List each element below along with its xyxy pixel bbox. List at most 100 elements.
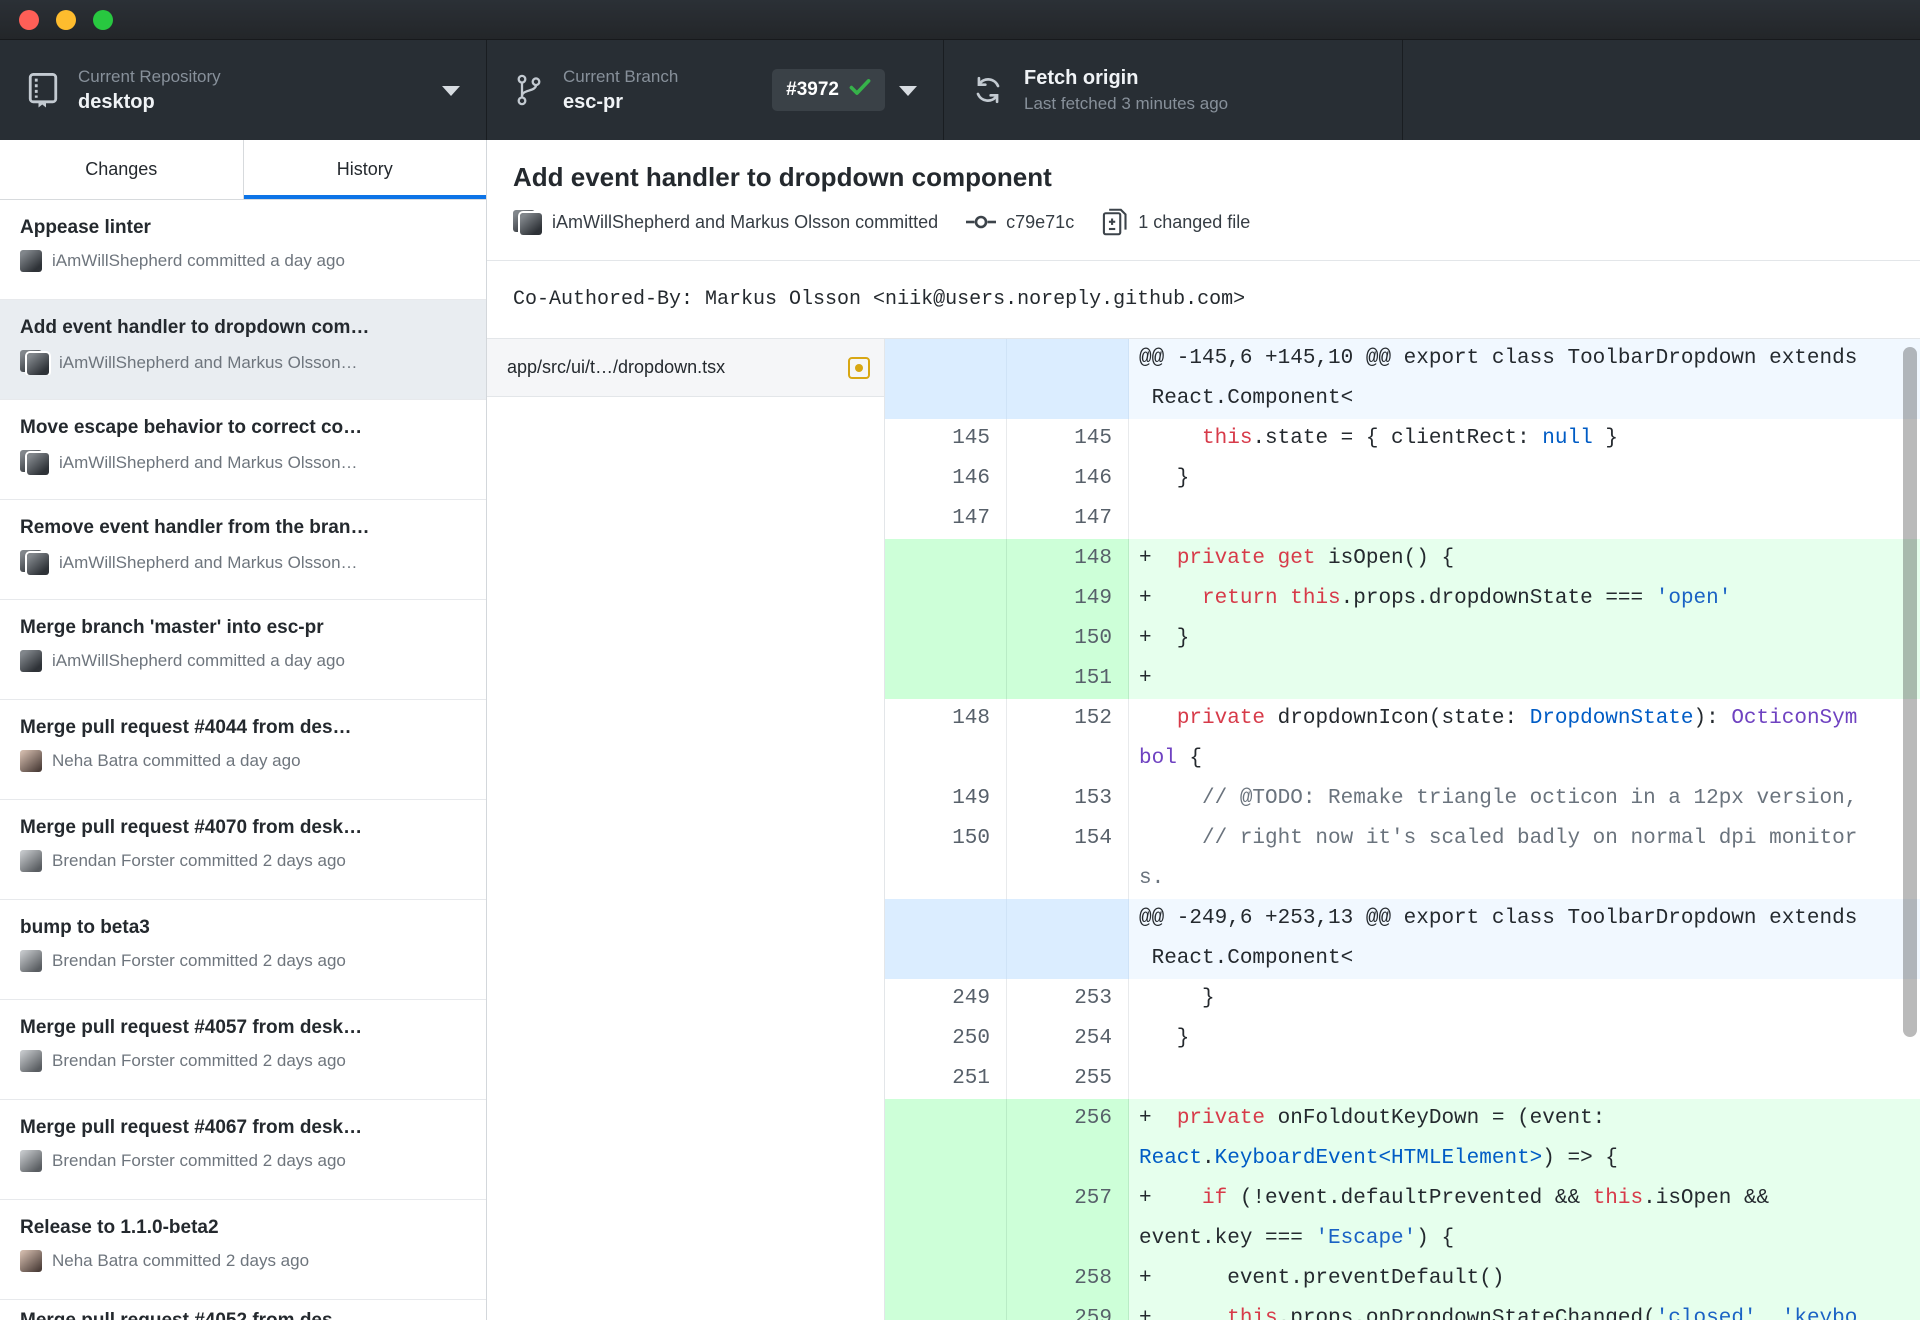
diff-context-line: 146 146 }: [885, 459, 1920, 499]
commit-list-item[interactable]: Appease linter iAmWillShepherd committed …: [0, 200, 486, 300]
new-line-number: 150: [1007, 619, 1129, 659]
vertical-scrollbar[interactable]: [1903, 347, 1917, 1037]
code-line: @@ -145,6 +145,10 @@ export class Toolba…: [1139, 339, 1920, 379]
diff-code: + private get isOpen() {: [1129, 539, 1920, 579]
new-line-number: 149: [1007, 579, 1129, 619]
diff-code: // right now it's scaled badly on normal…: [1129, 819, 1920, 899]
commit-byline-text: Brendan Forster committed 2 days ago: [52, 951, 346, 970]
code-segment: isOpen() {: [1315, 547, 1455, 570]
commit-byline: iAmWillShepherd and Markus Olsson…: [20, 550, 470, 575]
commit-byline-text: iAmWillShepherd and Markus Olsson…: [59, 552, 358, 572]
code-line: // @TODO: Remake triangle octicon in a 1…: [1139, 779, 1920, 819]
avatar: [20, 1050, 42, 1072]
code-line: }: [1139, 979, 1920, 1019]
new-line-number: 257: [1007, 1179, 1129, 1259]
commit-byline: Neha Batra committed 2 days ago: [20, 1250, 470, 1272]
commit-icon: [966, 214, 997, 230]
new-line-number: 254: [1007, 1019, 1129, 1059]
diff-area: app/src/ui/t…/dropdown.tsx @@ -145,6 +14…: [487, 339, 1920, 1320]
commit-list-item[interactable]: Move escape behavior to correct co… iAmWi…: [0, 400, 486, 500]
tab-bar: Changes History: [0, 140, 486, 200]
code-segment: .isOpen &&: [1643, 1187, 1770, 1210]
new-line-number: 152: [1007, 699, 1129, 779]
commit-description: Co-Authored-By: Markus Olsson <niik@user…: [487, 261, 1920, 339]
close-button[interactable]: [19, 9, 39, 30]
avatar: [20, 650, 42, 672]
commit-title: Merge pull request #4052 from des…: [20, 1310, 470, 1320]
new-line-number: 151: [1007, 659, 1129, 699]
new-line-number: 253: [1007, 979, 1129, 1019]
check-icon: [849, 78, 871, 102]
code-segment: +: [1139, 1187, 1203, 1210]
old-line-number: 249: [885, 979, 1007, 1019]
diff-code: private dropdownIcon(state: DropdownStat…: [1129, 699, 1920, 779]
repository-name: desktop: [78, 90, 155, 113]
commit-list-item[interactable]: Release to 1.1.0-beta2 Neha Batra committ…: [0, 1200, 486, 1300]
new-line-number: 145: [1007, 419, 1129, 459]
new-line-number: 148: [1007, 539, 1129, 579]
old-line-number: 251: [885, 1059, 1007, 1099]
git-branch-icon: [515, 72, 543, 108]
diff-context-line: 148 152 private dropdownIcon(state: Dropd…: [885, 699, 1920, 779]
code-segment: +: [1139, 1307, 1228, 1320]
code-line: +: [1139, 659, 1920, 699]
old-line-number: 148: [885, 699, 1007, 779]
avatar: [20, 1250, 42, 1272]
maximize-button[interactable]: [93, 9, 113, 30]
fetch-origin-button[interactable]: Fetch origin Last fetched 3 minutes ago: [944, 40, 1403, 140]
tab-history[interactable]: History: [243, 140, 486, 199]
code-segment: this: [1227, 1307, 1278, 1320]
commit-list-item[interactable]: Merge pull request #4057 from desk… Brend…: [0, 1000, 486, 1100]
avatar: [20, 450, 49, 475]
commit-title: Merge pull request #4070 from desk…: [20, 817, 363, 838]
code-segment: event.key ===: [1139, 1227, 1316, 1250]
commit-byline: Neha Batra committed a day ago: [20, 750, 470, 772]
tab-changes[interactable]: Changes: [0, 140, 244, 199]
current-repository-button[interactable]: Current Repository desktop: [0, 40, 487, 140]
avatar: [20, 950, 42, 972]
commit-list-item[interactable]: Merge pull request #4070 from desk… Brend…: [0, 800, 486, 900]
old-line-number: [885, 339, 1007, 419]
minimize-button[interactable]: [56, 9, 76, 30]
code-segment: ,: [1756, 1307, 1782, 1320]
repo-icon: [28, 72, 58, 108]
commit-list-item[interactable]: Merge pull request #4052 from des…: [0, 1300, 486, 1320]
commit-list-item[interactable]: Merge pull request #4044 from des… Neha B…: [0, 700, 486, 800]
new-line-number: 154: [1007, 819, 1129, 899]
commit-byline: iAmWillShepherd and Markus Olsson…: [20, 350, 470, 375]
commit-sha: c79e71c: [1006, 211, 1075, 232]
code-line: // right now it's scaled badly on normal…: [1139, 819, 1920, 859]
old-line-number: 250: [885, 1019, 1007, 1059]
code-segment: null: [1542, 427, 1593, 450]
commit-list-item[interactable]: Merge branch 'master' into esc-pr iAmWill…: [0, 600, 486, 700]
commit-list-item[interactable]: Add event handler to dropdown com… iAmWil…: [0, 300, 486, 400]
code-segment: + event.preventDefault(): [1139, 1267, 1505, 1290]
diff-code: @@ -249,6 +253,13 @@ export class Toolba…: [1129, 899, 1920, 979]
commit-list-item[interactable]: Remove event handler from the bran… iAmWi…: [0, 500, 486, 600]
diff-code: + event.preventDefault(): [1129, 1259, 1920, 1299]
code-line: + private get isOpen() {: [1139, 539, 1920, 579]
code-segment: React: [1139, 1147, 1203, 1170]
code-segment: this: [1290, 587, 1341, 610]
avatar: [20, 1150, 42, 1172]
code-segment: .props.dropdownState ===: [1340, 587, 1656, 610]
new-line-number: 256: [1007, 1099, 1129, 1179]
commit-byline: Brendan Forster committed 2 days ago: [20, 1050, 470, 1072]
commit-title: Appease linter: [20, 217, 151, 238]
diff-code: + if (!event.defaultPrevented && this.is…: [1129, 1179, 1920, 1259]
fetch-title: Fetch origin: [1024, 66, 1139, 89]
code-line: + if (!event.defaultPrevented && this.is…: [1139, 1179, 1920, 1219]
commit-list-item[interactable]: bump to beta3 Brendan Forster committed 2…: [0, 900, 486, 1000]
file-path: app/src/ui/t…/dropdown.tsx: [507, 357, 726, 377]
code-segment: if: [1202, 1187, 1228, 1210]
avatar: [20, 750, 42, 772]
code-segment: +: [1139, 547, 1177, 570]
current-branch-button[interactable]: Current Branch esc-pr #3972: [487, 40, 944, 140]
file-list-item[interactable]: app/src/ui/t…/dropdown.tsx: [487, 339, 884, 397]
commit-title: Merge pull request #4057 from desk…: [20, 1017, 363, 1038]
new-line-number: 259: [1007, 1299, 1129, 1320]
commit-list-item[interactable]: Merge pull request #4067 from desk… Brend…: [0, 1100, 486, 1200]
